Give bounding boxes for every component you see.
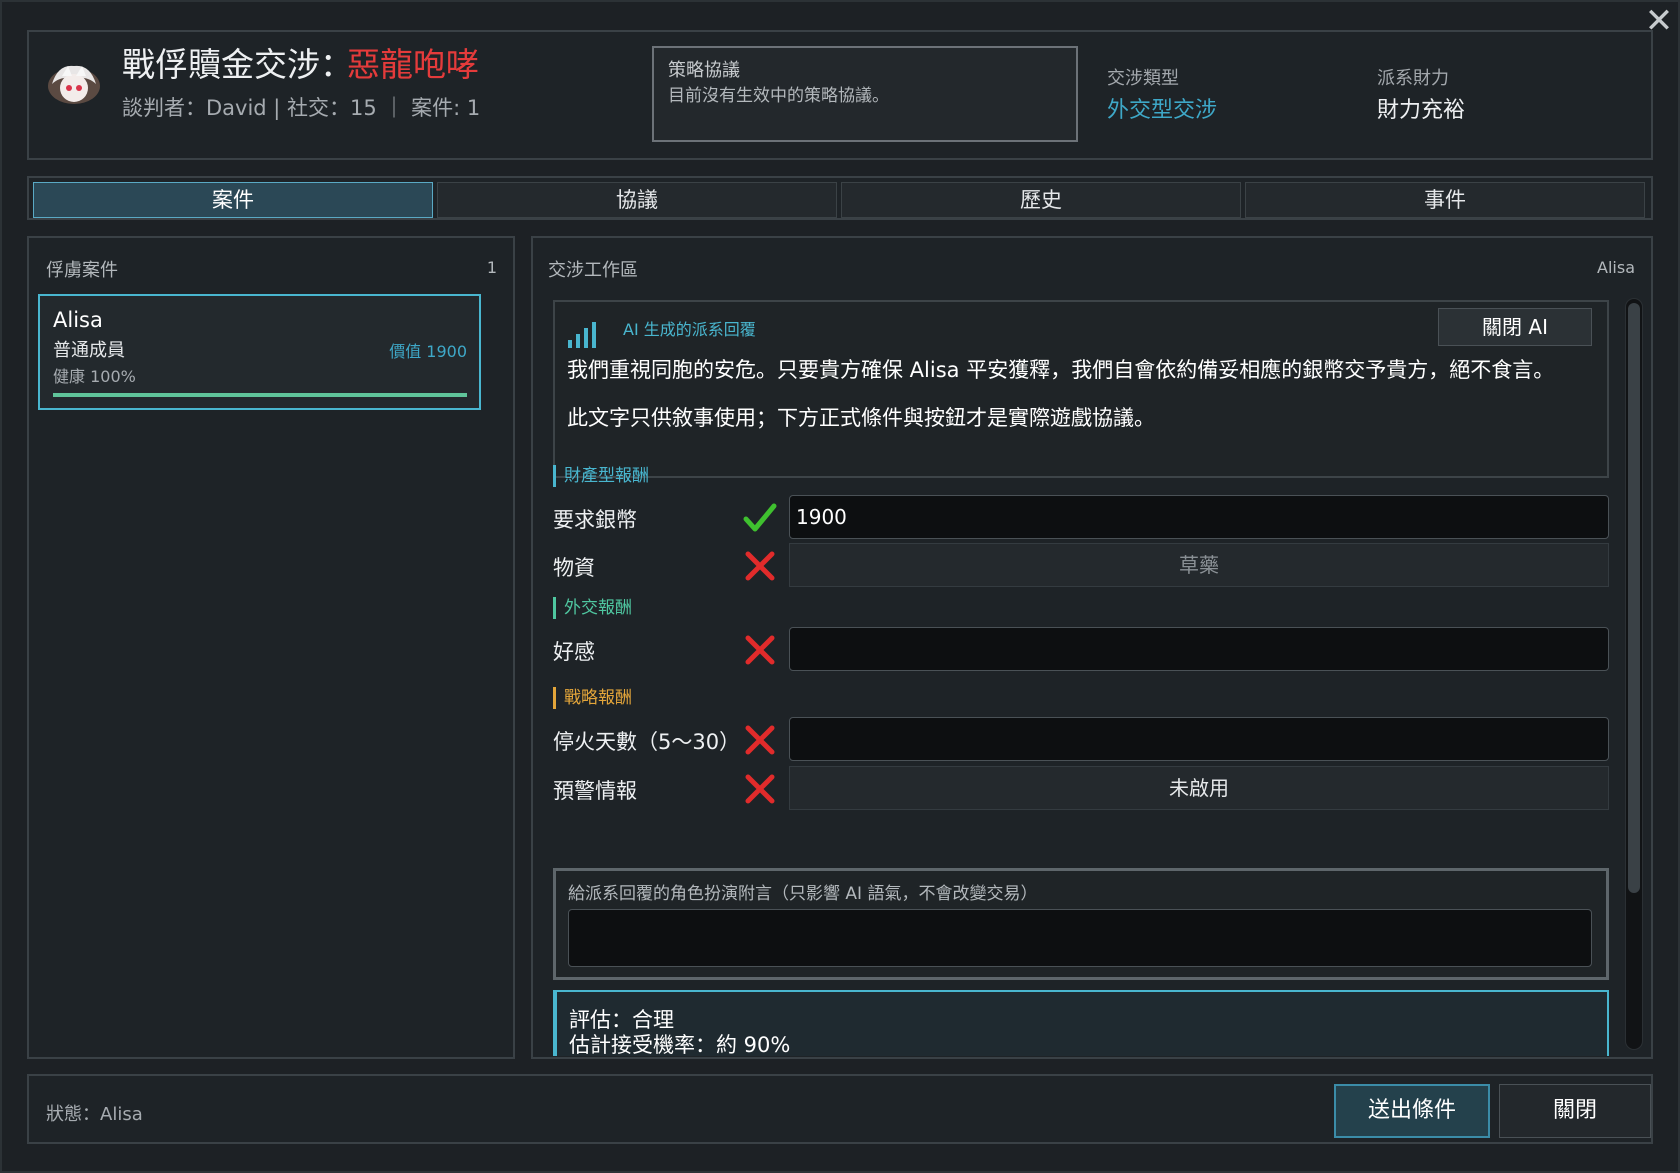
evaluation-box: 評估：合理 估計接受機率：約 90% (553, 990, 1609, 1056)
cross-icon (743, 723, 777, 757)
goodwill-label: 好感 (553, 640, 595, 664)
cases-count: 1 (486, 258, 497, 277)
page-title: 戰俘贖金交涉： (122, 45, 353, 84)
workspace-title: 交涉工作區 (548, 260, 638, 281)
section-strategic-rewards: 戰略報酬 (553, 687, 632, 709)
status-text: 狀態：Alisa (46, 1104, 143, 1125)
case-name: Alisa (53, 308, 103, 332)
faction-name: 惡龍咆哮 (347, 45, 479, 84)
negotiator-info: 談判者：David | 社交：15 ｜ 案件: 1 (122, 96, 481, 120)
acceptance-probability: 估計接受機率：約 90% (569, 1033, 791, 1056)
faction-wealth-value: 財力充裕 (1377, 98, 1466, 123)
close-button[interactable]: 關閉 (1499, 1084, 1651, 1138)
faction-avatar-icon (44, 54, 104, 110)
send-terms-button[interactable]: 送出條件 (1334, 1084, 1490, 1138)
ai-reply-text: 我們重視同胞的安危。只要貴方確保 Alisa 平安獲釋，我們自會依約備妥相應的銀… (567, 358, 1555, 382)
negotiation-type-value: 外交型交涉 (1107, 98, 1218, 123)
ai-reply-box: AI 生成的派系回覆 關閉 AI 我們重視同胞的安危。只要貴方確保 Alisa … (553, 300, 1609, 478)
tab-events[interactable]: 事件 (1245, 182, 1645, 218)
cross-icon (743, 549, 777, 583)
cross-icon (743, 772, 777, 806)
workspace-panel: 交涉工作區 Alisa AI 生成的派系回覆 關閉 AI 我們重視同胞的安危。只… (531, 236, 1653, 1059)
intel-toggle[interactable]: 未啟用 (789, 766, 1609, 810)
roleplay-note-label: 給派系回覆的角色扮演附言（只影響 AI 語氣，不會改變交易） (568, 884, 1038, 904)
case-card[interactable]: Alisa 普通成員 價值 1900 健康 100% (38, 294, 481, 410)
ai-reply-label: AI 生成的派系回覆 (623, 320, 756, 339)
ceasefire-label: 停火天數（5～30） (553, 730, 741, 754)
scrollbar-thumb[interactable] (1628, 303, 1640, 893)
strategy-label: 策略協議 (668, 60, 740, 81)
tab-bar: 案件 協議 歷史 事件 (27, 176, 1653, 220)
intel-label: 預警情報 (553, 779, 637, 803)
case-value: 價值 1900 (389, 342, 467, 361)
close-ai-button[interactable]: 關閉 AI (1438, 308, 1592, 346)
case-rank: 普通成員 (53, 340, 125, 361)
workspace-captive: Alisa (1597, 258, 1635, 277)
ceasefire-input[interactable] (789, 717, 1609, 761)
tab-history[interactable]: 歷史 (841, 182, 1241, 218)
tab-cases[interactable]: 案件 (33, 182, 433, 218)
strategy-agreement-box: 策略協議 目前沒有生效中的策略協議。 (652, 46, 1078, 142)
section-diplomatic-rewards: 外交報酬 (553, 597, 632, 619)
negotiation-type-label: 交涉類型 (1107, 68, 1179, 89)
health-bar (53, 393, 467, 397)
section-property-rewards: 財產型報酬 (553, 465, 649, 487)
check-icon (743, 501, 777, 535)
cases-panel: 俘虜案件 1 Alisa 普通成員 價值 1900 健康 100% (27, 236, 515, 1059)
goodwill-input[interactable] (789, 627, 1609, 671)
tab-agreements[interactable]: 協議 (437, 182, 837, 218)
footer-bar: 狀態：Alisa 送出條件 關閉 (27, 1074, 1653, 1144)
goods-select[interactable]: 草藥 (789, 543, 1609, 587)
roleplay-note-box: 給派系回覆的角色扮演附言（只影響 AI 語氣，不會改變交易） (553, 868, 1609, 980)
silver-input[interactable]: 1900 (789, 495, 1609, 539)
workspace-scrollbar[interactable] (1625, 298, 1643, 1050)
ai-disclaimer-text: 此文字只供敘事使用；下方正式條件與按鈕才是實際遊戲協議。 (567, 406, 1155, 430)
faction-wealth-label: 派系財力 (1377, 68, 1449, 89)
goods-label: 物資 (553, 556, 595, 580)
cross-icon (743, 633, 777, 667)
health-bar-fill (53, 393, 467, 397)
cases-title: 俘虜案件 (46, 260, 118, 281)
case-health: 健康 100% (53, 367, 136, 386)
strategy-text: 目前沒有生效中的策略協議。 (668, 86, 889, 106)
silver-label: 要求銀幣 (553, 508, 637, 532)
roleplay-note-input[interactable] (568, 909, 1592, 967)
signal-icon (567, 318, 601, 348)
